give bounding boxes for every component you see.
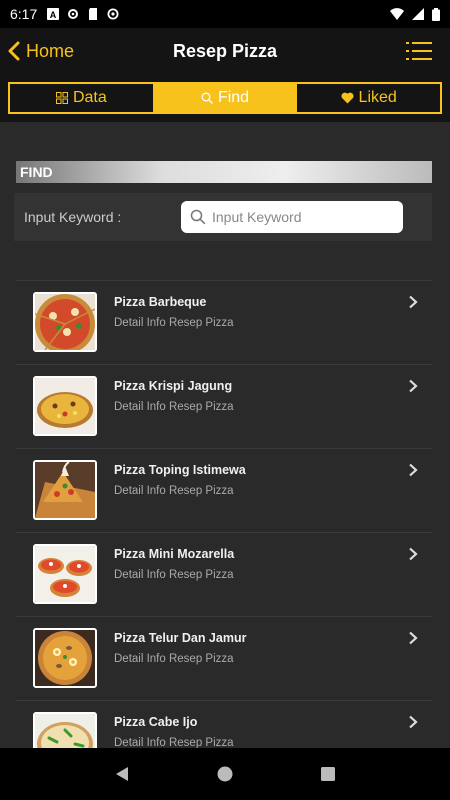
notification-icons: A — [47, 8, 119, 20]
segmented-control: Data Find Liked — [8, 82, 442, 114]
recipe-thumbnail — [33, 460, 97, 520]
system-icons — [390, 7, 440, 21]
keyword-label: Input Keyword : — [24, 209, 122, 225]
recipe-subtitle: Detail Info Resep Pizza — [114, 569, 234, 581]
recipe-title: Pizza Telur Dan Jamur — [114, 631, 247, 645]
chevron-right-icon — [409, 715, 418, 729]
wifi-icon — [390, 8, 404, 20]
chevron-right-icon — [409, 379, 418, 393]
recipe-list: Pizza Barbeque Detail Info Resep Pizza P… — [16, 280, 432, 748]
tab-data-label: Data — [72, 89, 107, 106]
keyword-input[interactable] — [212, 209, 392, 225]
home-back-button[interactable]: Home — [0, 28, 74, 74]
recipe-title: Pizza Cabe Ijo — [114, 715, 198, 729]
nav-recents-icon[interactable] — [320, 766, 336, 782]
recipe-title: Pizza Toping Istimewa — [114, 463, 246, 477]
recipe-list-item[interactable]: Pizza Cabe Ijo Detail Info Resep Pizza — [16, 701, 432, 748]
recipe-list-item[interactable]: Pizza Telur Dan Jamur Detail Info Resep … — [16, 617, 432, 701]
status-time: 6:17 — [10, 6, 38, 22]
recipe-subtitle: Detail Info Resep Pizza — [114, 737, 234, 748]
battery-icon — [432, 7, 440, 21]
recipe-list-item[interactable]: Pizza Barbeque Detail Info Resep Pizza — [16, 281, 432, 365]
recipe-title: Pizza Mini Mozarella — [114, 547, 235, 561]
recipe-subtitle: Detail Info Resep Pizza — [114, 485, 234, 497]
recipe-thumbnail — [33, 544, 97, 604]
nav-home-icon[interactable] — [217, 766, 233, 782]
recipe-title: Pizza Barbeque — [114, 295, 207, 309]
chevron-right-icon — [409, 463, 418, 477]
recipe-thumbnail — [33, 628, 97, 688]
settings-gear-icon — [68, 9, 79, 19]
system-nav-bar — [0, 748, 450, 800]
heart-icon — [341, 92, 354, 104]
recipe-subtitle: Detail Info Resep Pizza — [114, 653, 234, 665]
recipe-subtitle: Detail Info Resep Pizza — [114, 317, 234, 329]
recipe-thumbnail — [33, 292, 97, 352]
chevron-right-icon — [409, 631, 418, 645]
app-bar: Home Resep Pizza — [0, 28, 450, 74]
tab-find-label: Find — [217, 89, 250, 106]
main-content: FIND Input Keyword : Pizza Barbeque Deta… — [0, 122, 450, 748]
tab-data[interactable]: Data — [10, 84, 153, 112]
tab-bar: Data Find Liked — [0, 74, 450, 122]
notification-a-icon: A — [47, 8, 60, 20]
recipe-title: Pizza Krispi Jagung — [114, 379, 233, 393]
grid-icon — [55, 92, 68, 104]
nav-back-icon[interactable] — [114, 766, 130, 782]
tab-find[interactable]: Find — [152, 84, 297, 112]
signal-icon — [412, 8, 424, 20]
find-section-header: FIND — [16, 161, 432, 183]
recipe-thumbnail — [33, 712, 97, 748]
recipe-list-item[interactable]: Pizza Krispi Jagung Detail Info Resep Pi… — [16, 365, 432, 449]
find-panel: Input Keyword : — [14, 193, 432, 241]
tab-liked[interactable]: Liked — [296, 84, 440, 112]
recipe-thumbnail — [33, 376, 97, 436]
chevron-right-icon — [409, 295, 418, 309]
tab-liked-label: Liked — [358, 89, 397, 106]
search-field[interactable] — [181, 201, 403, 233]
chevron-left-icon — [8, 41, 20, 61]
chevron-right-icon — [409, 547, 418, 561]
status-bar: 6:17 A — [0, 0, 450, 28]
search-icon — [190, 209, 206, 225]
search-icon — [201, 92, 213, 104]
sd-card-icon — [89, 8, 98, 20]
sync-icon — [107, 8, 119, 20]
back-label: Home — [26, 40, 75, 61]
list-menu-icon[interactable] — [406, 40, 432, 62]
recipe-list-item[interactable]: Pizza Toping Istimewa Detail Info Resep … — [16, 449, 432, 533]
svg-text:A: A — [50, 10, 57, 20]
recipe-list-item[interactable]: Pizza Mini Mozarella Detail Info Resep P… — [16, 533, 432, 617]
recipe-subtitle: Detail Info Resep Pizza — [114, 401, 234, 413]
